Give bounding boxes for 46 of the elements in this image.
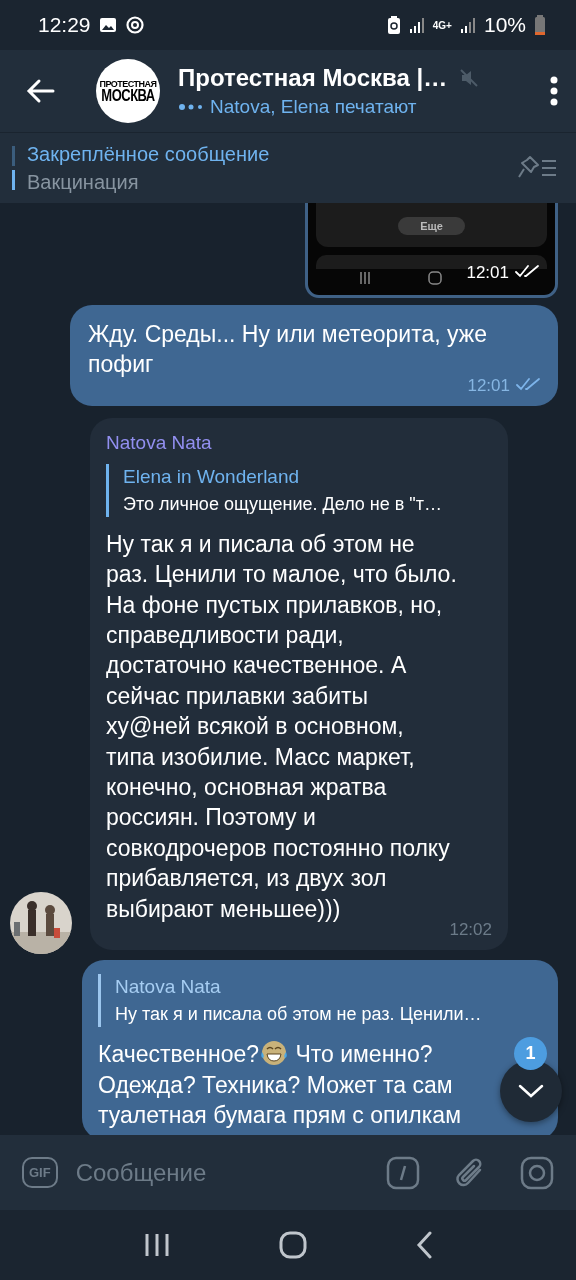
reply-author: Natova Nata [115, 976, 222, 999]
message-text: Одежда? Техника? Может та сам [98, 1070, 453, 1100]
message-text: Что именно? [295, 1041, 433, 1068]
sync-icon [124, 15, 145, 35]
battery-icon [534, 14, 546, 36]
back-icon[interactable] [415, 1231, 432, 1259]
message-text: Ну так я и писала об этом не раз. Ценили то малое, что было. На фоне пустых прилавков, но, справедливости ради, достаточно качественное. А сейчас прилавки забиты ху@ней всякой в основном, типа изобилие. Масс маркет, конечно, основная жратва россиян. Поэтому и совкодрочеров постоянно полку прибавляется, из двух зол выбирают меньшее))) [106, 529, 458, 923]
home-icon [428, 271, 442, 285]
pinned-message[interactable]: Вакцинация [27, 170, 518, 194]
sender-name[interactable]: Natova Nata [106, 431, 492, 454]
image-icon [98, 17, 117, 33]
chevron-down-icon [518, 1084, 544, 1098]
battery-saver-icon [386, 15, 401, 35]
typing-status: Natova, Elena печатают [210, 96, 417, 118]
double-check-icon [515, 264, 541, 278]
message-text: Качественное? [98, 1041, 260, 1068]
reply-text: Ну так я и писала об этом не раз. Ценили… [115, 1004, 483, 1026]
recents-icon [360, 272, 370, 284]
message-input[interactable]: Сообщение [75, 1158, 368, 1187]
typing-dots-icon [178, 103, 204, 111]
double-check-icon [516, 376, 542, 391]
message-text: туалетная бумага прям с опилкам [98, 1100, 461, 1130]
reply-author: Elena in Wonderland [123, 465, 301, 488]
home-icon[interactable] [279, 1231, 307, 1259]
gif-button[interactable]: GIF [22, 1157, 58, 1188]
camera-icon[interactable] [520, 1155, 554, 1190]
logo-text: МОСКВА [101, 87, 155, 104]
signal-icon [408, 16, 425, 34]
reply-quote[interactable]: Natova Nata Ну так я и писала об этом не раз. Ценили… [98, 974, 542, 1028]
bot-command-icon[interactable] [386, 1155, 420, 1190]
message-time: 12:01 [466, 263, 509, 283]
laughing-emoji-icon [259, 1039, 290, 1068]
battery-percent: 10% [483, 13, 526, 37]
message-time: 12:02 [449, 920, 492, 941]
signal-icon [459, 16, 476, 34]
pinned-label[interactable]: Закреплённое сообщение [27, 142, 518, 166]
logo-text: ПРОТЕСТНАЯ [99, 80, 157, 89]
chat-title: Протестная Москва |… [178, 64, 448, 92]
reply-text: Это личное ощущение. Дело не в "т… [123, 493, 443, 515]
status-time: 12:29 [38, 13, 91, 37]
network-type: 4G+ [432, 20, 452, 30]
more-button: Еще [398, 217, 465, 235]
reply-quote[interactable]: Elena in Wonderland Это личное ощущение. Дело не в "т… [106, 463, 492, 517]
channel-avatar[interactable]: ПРОТЕСТНАЯ МОСКВА [96, 59, 160, 123]
screenshot-image[interactable]: Еще 12:01 [305, 203, 558, 298]
recents-icon[interactable] [144, 1232, 171, 1258]
